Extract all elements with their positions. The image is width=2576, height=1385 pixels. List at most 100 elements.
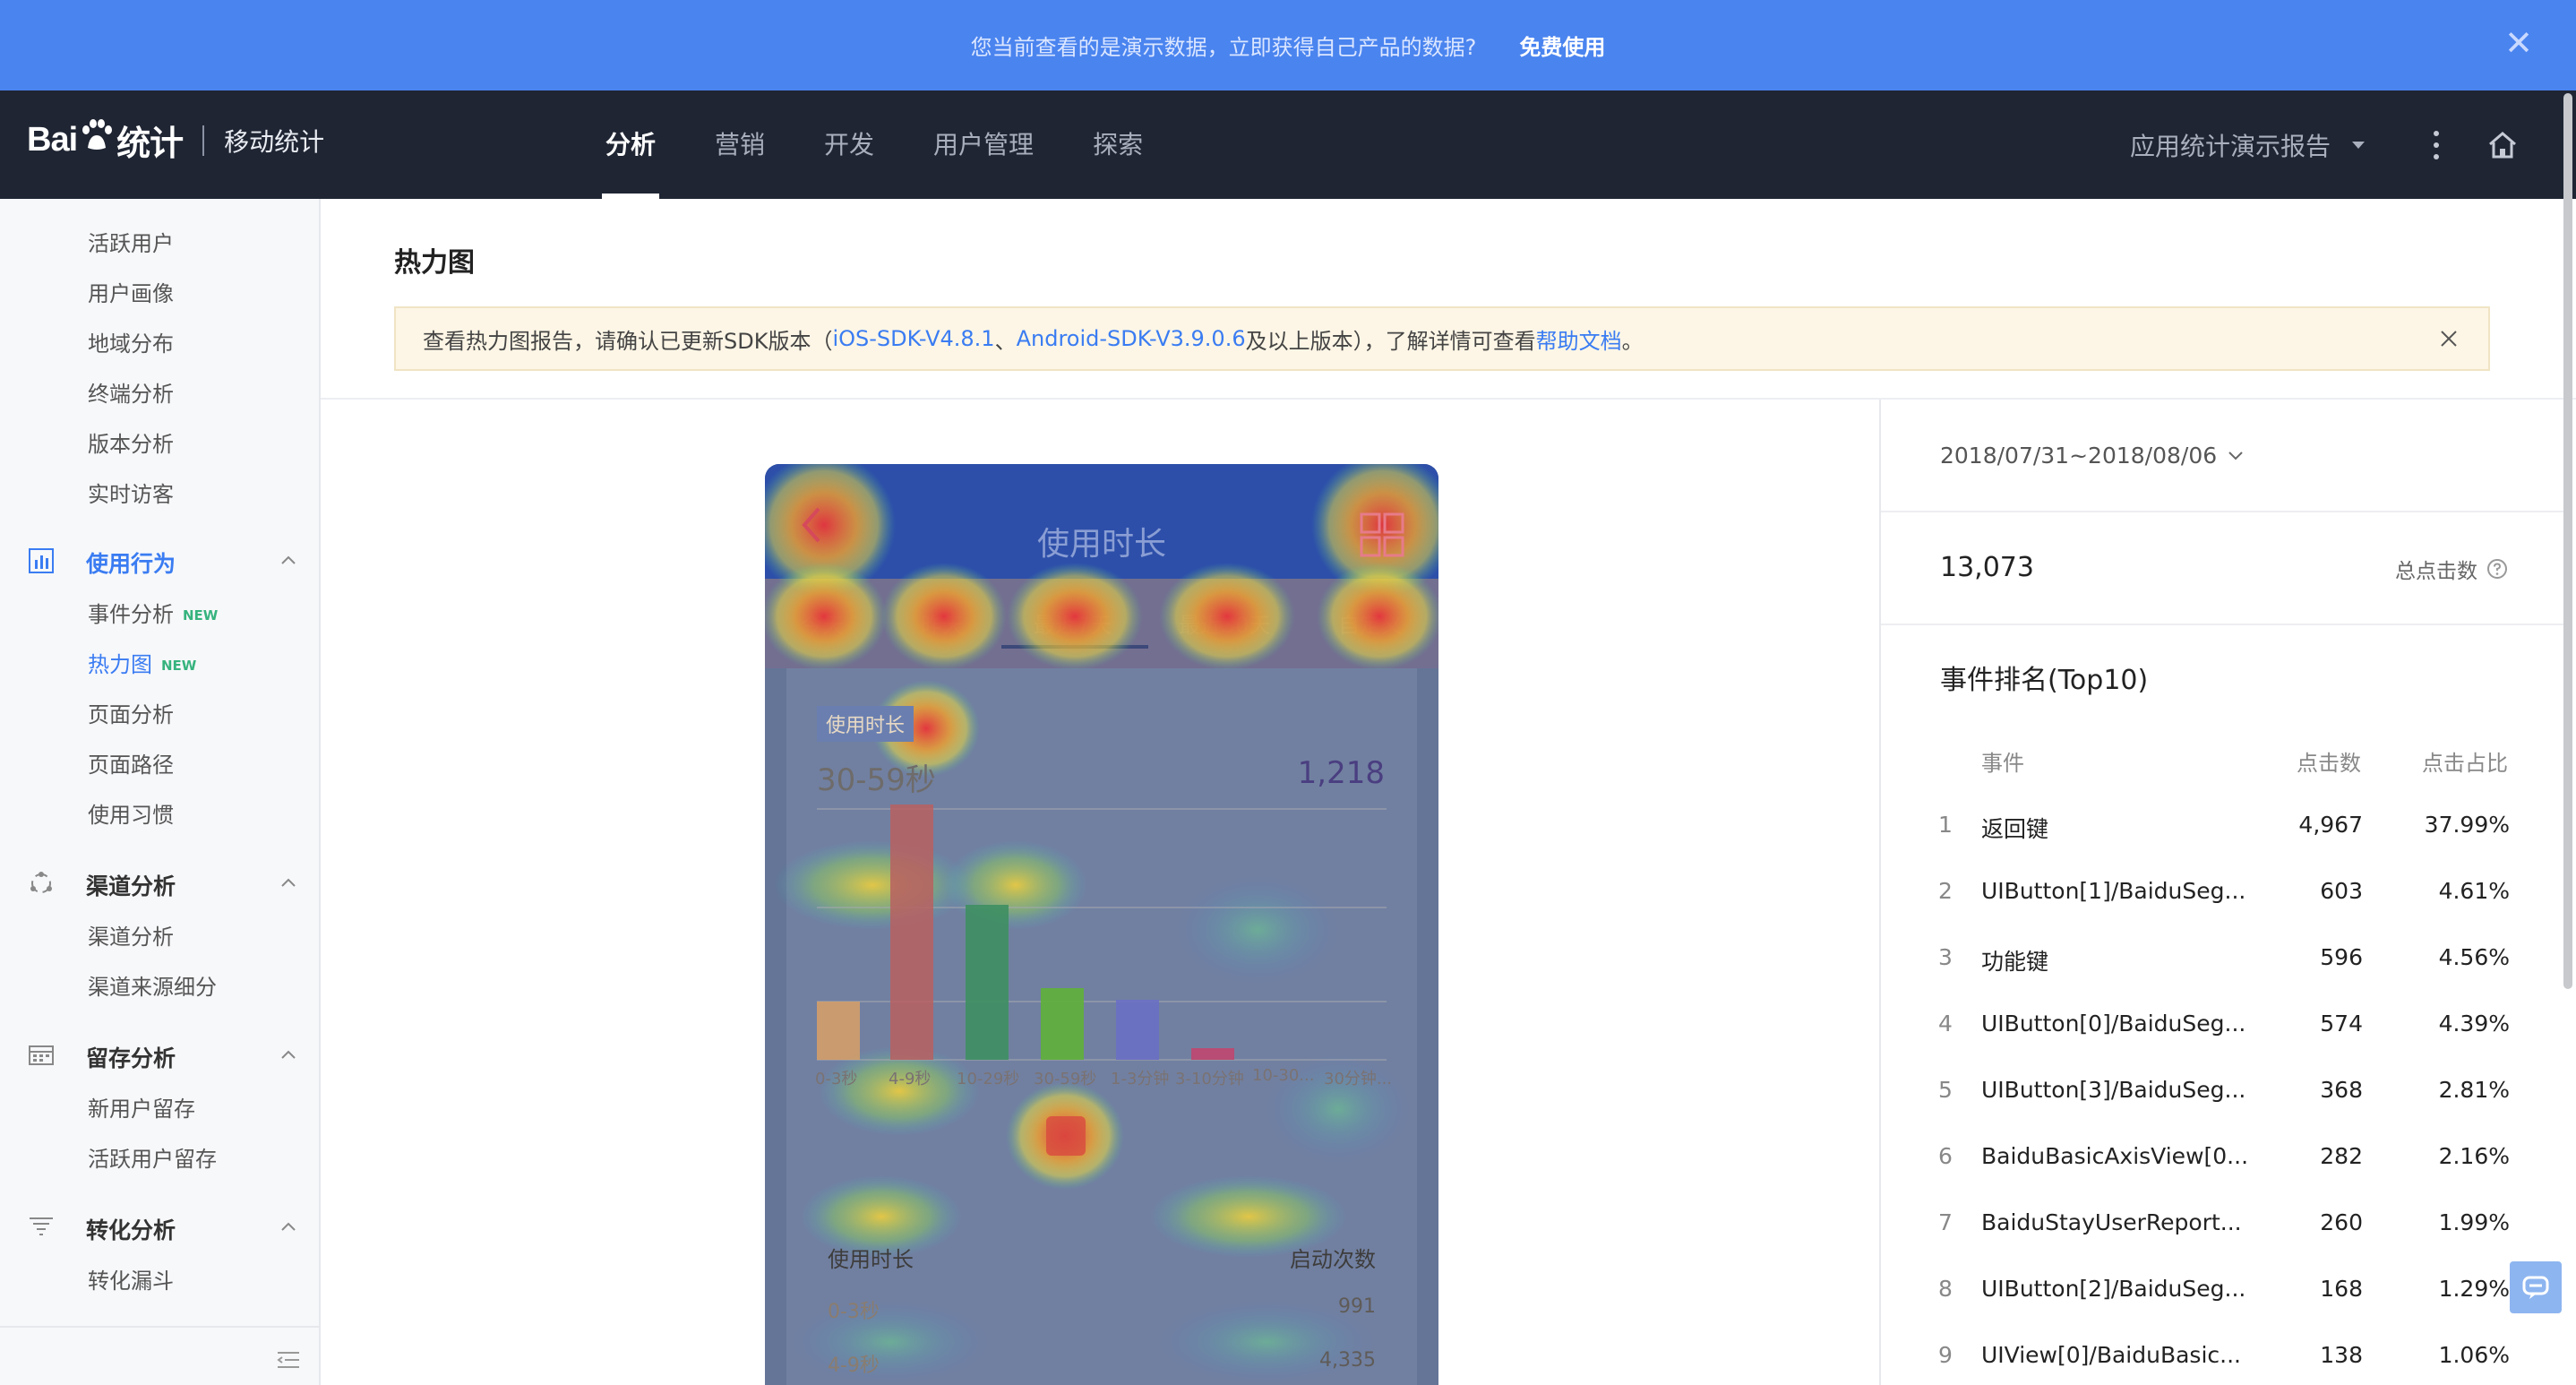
- sidebar-item-region[interactable]: 地域分布: [88, 326, 174, 357]
- ranking-title: 事件排名(Top10): [1940, 665, 2149, 696]
- sidebar-group-label: 转化分析: [86, 1217, 176, 1243]
- table-row[interactable]: 8 UIButton[2]/BaiduSeg... 168 1.29%: [1881, 1276, 2563, 1342]
- help-doc-link[interactable]: 帮助文档: [1536, 323, 1622, 355]
- baidu-logo[interactable]: Bai 统计 移动统计: [27, 116, 324, 165]
- menu-marketing[interactable]: 营销: [715, 90, 765, 199]
- table-row[interactable]: 6 BaiduBasicAxisView[0... 282 2.16%: [1881, 1143, 2563, 1209]
- sidebar-item-heatmap[interactable]: 热力图 NEW: [88, 647, 196, 678]
- phone-bar-label: 30-59秒: [1034, 1070, 1097, 1088]
- page-title: 热力图: [394, 247, 475, 279]
- phone-count-value: 1,218: [1297, 755, 1385, 791]
- sidebar-item-funnel[interactable]: 转化漏斗: [88, 1263, 174, 1295]
- free-use-link[interactable]: 免费使用: [1519, 30, 1605, 61]
- more-options-icon[interactable]: [2427, 127, 2445, 163]
- row-ratio: 4.39%: [2438, 1011, 2510, 1037]
- row-clicks: 596: [2320, 944, 2363, 970]
- phone-bar-label: 10-30...: [1252, 1066, 1315, 1085]
- help-icon[interactable]: [2486, 558, 2508, 580]
- sidebar-item-label: 事件分析: [88, 602, 174, 627]
- sidebar: 活跃用户 用户画像 地域分布 终端分析 版本分析 实时访客 使用行为 事件分析 N…: [0, 199, 321, 1385]
- phone-tab-today: 今天: [801, 613, 844, 638]
- sidebar-item-realtime[interactable]: 实时访客: [88, 477, 174, 508]
- notice-close-icon[interactable]: [2436, 326, 2461, 351]
- phone-table-cell: 4,335: [1319, 1349, 1376, 1372]
- table-row[interactable]: 2 UIButton[1]/BaiduSeg... 603 4.61%: [1881, 878, 2563, 944]
- sidebar-item-usage-habits[interactable]: 使用习惯: [88, 797, 174, 829]
- sidebar-item-page-path[interactable]: 页面路径: [88, 747, 174, 779]
- menu-analysis[interactable]: 分析: [601, 90, 660, 199]
- chevron-up-icon: [281, 555, 296, 564]
- product-name: 移动统计: [224, 126, 325, 157]
- row-event: BaiduBasicAxisView[0...: [1981, 1143, 2249, 1169]
- table-row[interactable]: 7 BaiduStayUserReport... 260 1.99%: [1881, 1209, 2563, 1276]
- sidebar-item-user-profile[interactable]: 用户画像: [88, 276, 174, 307]
- heatmap-phone-preview[interactable]: 使用时长 今天 昨天 最近7天 最近30天 自定义 使用时长 30-59秒 1,…: [765, 464, 1438, 1385]
- paw-icon: [82, 118, 113, 150]
- collapse-sidebar-icon[interactable]: [274, 1346, 303, 1374]
- android-sdk-link[interactable]: Android-SDK-V3.9.0.6: [1017, 326, 1246, 351]
- ios-sdk-link[interactable]: iOS-SDK-V4.8.1: [832, 326, 994, 351]
- row-index: 1: [1938, 812, 1953, 838]
- phone-tab-yesterday: 昨天: [921, 613, 964, 638]
- row-clicks: 4,967: [2298, 812, 2363, 838]
- total-clicks-text: 总点击数: [2395, 560, 2477, 583]
- event-ranking-panel: 2018/07/31~2018/08/06 13,073 总点击数 事件排名(T…: [1879, 400, 2563, 1385]
- sidebar-item-event-analysis[interactable]: 事件分析 NEW: [88, 597, 218, 628]
- table-row[interactable]: 9 UIView[0]/BaiduBasic... 138 1.06%: [1881, 1342, 2563, 1385]
- logo-brand-suffix: 统计: [116, 125, 184, 163]
- sidebar-divider: [0, 1326, 319, 1328]
- sidebar-group-usage[interactable]: 使用行为: [0, 543, 319, 579]
- sidebar-group-channel[interactable]: 渠道分析: [0, 865, 319, 901]
- sidebar-group-label: 使用行为: [86, 551, 176, 577]
- row-index: 3: [1938, 944, 1953, 970]
- table-row[interactable]: 3 功能键 596 4.56%: [1881, 944, 2563, 1011]
- sidebar-item-new-user-retention[interactable]: 新用户留存: [88, 1091, 195, 1123]
- sidebar-item-page-analysis[interactable]: 页面分析: [88, 697, 174, 728]
- row-clicks: 282: [2320, 1143, 2363, 1169]
- row-event: UIButton[3]/BaiduSeg...: [1981, 1077, 2246, 1103]
- bar-chart-icon: [29, 548, 54, 573]
- funnel-icon: [30, 1217, 53, 1235]
- sidebar-group-conversion[interactable]: 转化分析: [0, 1209, 319, 1245]
- menu-develop[interactable]: 开发: [824, 90, 874, 199]
- column-header-event: 事件: [1981, 751, 2024, 776]
- table-row[interactable]: 5 UIButton[3]/BaiduSeg... 368 2.81%: [1881, 1077, 2563, 1143]
- phone-table-cell: 4-9秒: [828, 1355, 880, 1377]
- sidebar-item-active-users[interactable]: 活跃用户: [88, 226, 174, 257]
- demo-banner: 您当前查看的是演示数据，立即获得自己产品的数据? 免费使用 ✕: [0, 0, 2576, 90]
- row-index: 5: [1938, 1077, 1953, 1103]
- report-selector[interactable]: 应用统计演示报告: [2130, 127, 2365, 163]
- date-range-picker[interactable]: 2018/07/31~2018/08/06: [1940, 443, 2244, 469]
- row-clicks: 168: [2320, 1276, 2363, 1302]
- table-row[interactable]: 4 UIButton[0]/BaiduSeg... 574 4.39%: [1881, 1011, 2563, 1077]
- row-clicks: 603: [2320, 878, 2363, 904]
- sidebar-item-device[interactable]: 终端分析: [88, 376, 174, 408]
- sidebar-item-channel-analysis[interactable]: 渠道分析: [88, 919, 174, 951]
- table-row[interactable]: 1 返回键 4,967 37.99%: [1881, 812, 2563, 878]
- row-index: 2: [1938, 878, 1953, 904]
- chat-icon: [2522, 1276, 2549, 1299]
- row-clicks: 574: [2320, 1011, 2363, 1037]
- sidebar-item-label: 热力图: [88, 652, 152, 677]
- row-index: 8: [1938, 1276, 1953, 1302]
- feedback-float-button[interactable]: [2510, 1261, 2562, 1313]
- row-ratio: 37.99%: [2424, 812, 2510, 838]
- menu-explore[interactable]: 探索: [1093, 90, 1143, 199]
- new-badge: NEW: [161, 658, 197, 674]
- menu-user-management[interactable]: 用户管理: [933, 90, 1034, 199]
- phone-tab-underline: [1001, 645, 1148, 649]
- notice-separator: 、: [994, 328, 1017, 354]
- phone-tab-7days: 最近7天: [1034, 613, 1112, 638]
- phone-table-cell: 0-3秒: [828, 1301, 880, 1323]
- calendar-grid-icon: [29, 1045, 54, 1065]
- phone-bar-label: 30分钟...: [1324, 1070, 1393, 1088]
- home-icon[interactable]: [2485, 127, 2520, 163]
- banner-close-icon[interactable]: ✕: [2501, 25, 2537, 61]
- caret-down-icon: [2352, 141, 2365, 149]
- sidebar-item-active-retention[interactable]: 活跃用户留存: [88, 1141, 217, 1173]
- phone-tab-30days: 最近30天: [1179, 613, 1271, 638]
- page-scrollbar[interactable]: [2563, 93, 2572, 989]
- sidebar-group-retention[interactable]: 留存分析: [0, 1037, 319, 1073]
- sidebar-item-version[interactable]: 版本分析: [88, 426, 174, 458]
- sidebar-item-channel-source[interactable]: 渠道来源细分: [88, 969, 217, 1001]
